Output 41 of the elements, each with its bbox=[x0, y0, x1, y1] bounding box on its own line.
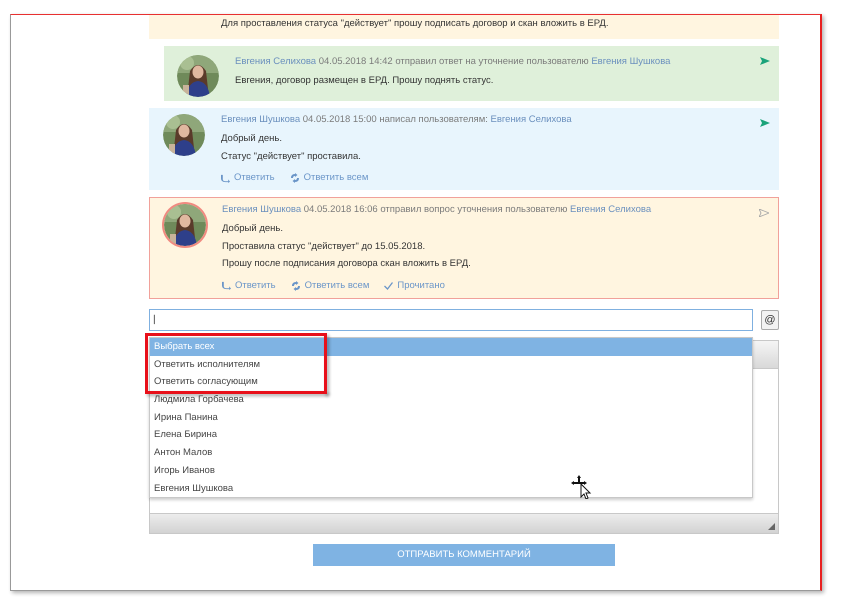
dropdown-option[interactable]: Ответить исполнителям bbox=[150, 356, 264, 374]
message-text: Для проставления статуса "действует" прошу подписать договор и скан вложить в ЕРД. bbox=[221, 17, 610, 31]
action-link[interactable]: Ответить всем bbox=[290, 278, 370, 292]
mention-button[interactable]: @ bbox=[761, 310, 779, 330]
highlight-frame-left bbox=[145, 333, 148, 394]
dropdown-option[interactable]: Игорь Иванов bbox=[150, 462, 219, 480]
author-link[interactable]: Евгения Селихова bbox=[235, 56, 316, 67]
author-link[interactable]: Евгения Шушкова bbox=[221, 114, 300, 125]
submit-button[interactable]: ОТПРАВИТЬ КОММЕНТАРИЙ bbox=[313, 544, 615, 566]
action-link[interactable]: Ответить bbox=[221, 171, 275, 185]
recipient-link[interactable]: Евгения Шушкова bbox=[591, 56, 670, 67]
highlight-frame-right bbox=[324, 333, 327, 394]
dropdown-option[interactable]: Евгения Шушкова bbox=[150, 480, 238, 498]
dropdown-option[interactable]: Антон Малов bbox=[150, 444, 216, 462]
message-header: Евгения Шушкова 04.05.2018 15:00 написал пользователям: Евгения Селихова bbox=[221, 113, 572, 127]
dropdown-option[interactable]: Елена Бирина bbox=[150, 426, 221, 444]
message-text: Прошу после подписания договора скан вложить в ЕРД. bbox=[222, 257, 472, 271]
reply-icon bbox=[221, 174, 230, 182]
author-link[interactable]: Евгения Шушкова bbox=[222, 204, 302, 215]
message-text: Добрый день. bbox=[221, 132, 283, 146]
checkmark-icon bbox=[384, 282, 394, 290]
message-text: Добрый день. bbox=[222, 222, 284, 236]
action-link[interactable]: Ответить bbox=[222, 278, 276, 292]
message-header: Евгения Селихова 04.05.2018 14:42 отправил ответ на уточнение пользователю Евгения Шушкова bbox=[235, 55, 670, 69]
sync-arrows-icon bbox=[290, 173, 300, 183]
recipient-link[interactable]: Евгения Селихова bbox=[570, 204, 652, 215]
recipient-link[interactable]: Евгения Селихова bbox=[490, 114, 572, 125]
dropdown-option[interactable]: Ответить согласующим bbox=[150, 373, 262, 392]
action-link[interactable]: Ответить всем bbox=[290, 171, 368, 185]
message-text: Проставила статус "действует" до 15.05.2018. bbox=[222, 240, 426, 254]
recipient-input[interactable]: | bbox=[149, 308, 753, 330]
action-link[interactable]: Прочитано bbox=[384, 278, 445, 292]
message-header: Евгения Шушкова 04.05.2018 16:06 отправил вопрос уточнения пользователю Евгения Селихова bbox=[222, 203, 652, 217]
resize-grip-icon[interactable] bbox=[768, 522, 775, 530]
reply-icon bbox=[222, 281, 231, 290]
dropdown-option[interactable]: Ирина Панина bbox=[150, 408, 222, 426]
sync-arrows-icon bbox=[290, 280, 301, 290]
message-text: Статус "действует" проставила. bbox=[221, 150, 362, 164]
dropdown-option[interactable]: Выбрать всех bbox=[150, 338, 752, 356]
dropdown-option[interactable]: Людмила Горбачева bbox=[150, 391, 248, 409]
message-text: Евгения, договор размещен в ЕРД. Прошу поднять статус. bbox=[235, 74, 494, 88]
